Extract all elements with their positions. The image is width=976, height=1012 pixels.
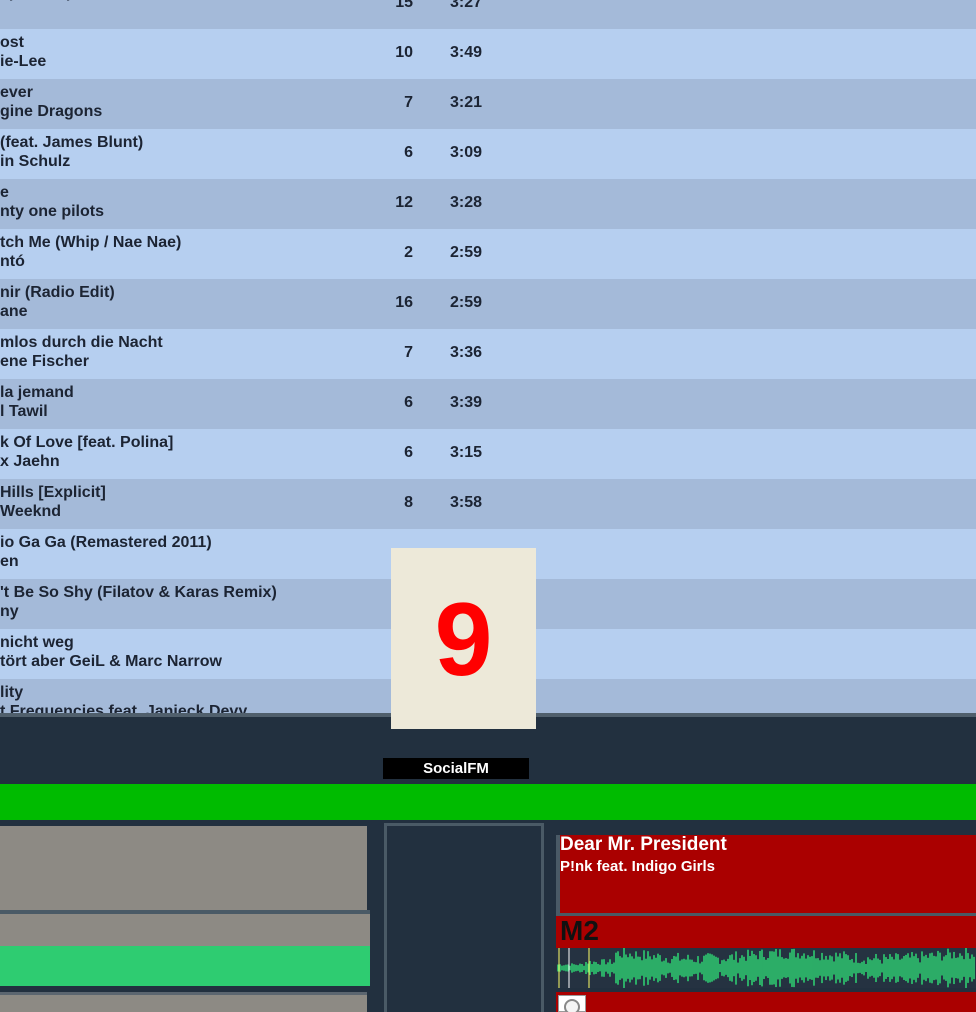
track-count: 7 bbox=[404, 94, 413, 111]
player-marker-bar bbox=[556, 916, 976, 948]
player-marker-label: M2 bbox=[560, 915, 599, 946]
track-count: 12 bbox=[395, 194, 413, 211]
playlist-row[interactable]: sperlenspiel 15 3:27 bbox=[0, 0, 976, 29]
track-title: ost bbox=[0, 34, 24, 51]
track-artist: ie-Lee bbox=[0, 53, 47, 70]
center-panel bbox=[384, 823, 544, 1012]
track-count: 7 bbox=[404, 344, 413, 361]
track-title: mlos durch die Nacht bbox=[0, 334, 163, 351]
track-artist: ene Fischer bbox=[0, 353, 89, 370]
playlist-row[interactable]: mlos durch die Nacht ene Fischer 7 3:36 bbox=[0, 329, 976, 379]
track-title: k Of Love [feat. Polina] bbox=[0, 434, 174, 451]
player-artist: P!nk feat. Indigo Girls bbox=[560, 858, 716, 875]
countdown-card: 9 bbox=[391, 548, 536, 729]
track-count: 15 bbox=[395, 0, 413, 11]
cart-slot[interactable] bbox=[0, 826, 367, 910]
track-count: 6 bbox=[404, 394, 413, 411]
track-duration: 3:58 bbox=[450, 494, 483, 511]
player-control-button[interactable] bbox=[558, 995, 586, 1012]
track-artist: in Schulz bbox=[0, 153, 71, 170]
radio-automation-window: sperlenspiel 15 3:27 ost ie-Lee 10 3:49 ever gin… bbox=[0, 0, 976, 1012]
track-artist: ny bbox=[0, 603, 19, 620]
player-controls bbox=[556, 992, 976, 1012]
on-air-bar bbox=[0, 784, 976, 820]
track-artist: t Frequencies feat. Janieck Devy bbox=[0, 703, 248, 713]
cart-progress[interactable] bbox=[0, 946, 370, 986]
cart-slot[interactable] bbox=[0, 914, 370, 946]
track-duration: 2:59 bbox=[450, 294, 483, 311]
track-artist: Weeknd bbox=[0, 503, 62, 520]
track-artist: tört aber GeiL & Marc Narrow bbox=[0, 653, 222, 670]
track-title: ever bbox=[0, 84, 33, 101]
track-count: 10 bbox=[395, 44, 413, 61]
player-title: Dear Mr. President bbox=[560, 834, 727, 855]
track-duration: 3:15 bbox=[450, 444, 483, 461]
circle-icon bbox=[564, 999, 580, 1012]
track-duration: 2:59 bbox=[450, 244, 483, 261]
waveform-display[interactable] bbox=[556, 948, 976, 988]
countdown-value: 9 bbox=[434, 582, 493, 698]
track-title: tch Me (Whip / Nae Nae) bbox=[0, 234, 182, 251]
station-label: SocialFM bbox=[383, 758, 529, 779]
track-title: nir (Radio Edit) bbox=[0, 284, 115, 301]
playlist-row[interactable]: k Of Love [feat. Polina] x Jaehn 6 3:15 bbox=[0, 429, 976, 479]
track-title: (feat. James Blunt) bbox=[0, 134, 144, 151]
track-artist: gine Dragons bbox=[0, 103, 103, 120]
track-title: Hills [Explicit] bbox=[0, 484, 106, 501]
track-duration: 3:09 bbox=[450, 144, 483, 161]
waveform-icon bbox=[557, 948, 975, 988]
track-duration: 3:28 bbox=[450, 194, 483, 211]
track-artist: en bbox=[0, 553, 19, 570]
track-artist: x Jaehn bbox=[0, 453, 60, 470]
track-duration: 3:39 bbox=[450, 394, 483, 411]
track-title: io Ga Ga (Remastered 2011) bbox=[0, 534, 212, 551]
track-count: 16 bbox=[395, 294, 413, 311]
track-duration: 3:21 bbox=[450, 94, 483, 111]
playlist-row[interactable]: e nty one pilots 12 3:28 bbox=[0, 179, 976, 229]
track-title: nicht weg bbox=[0, 634, 74, 651]
track-title: lity bbox=[0, 684, 24, 701]
track-artist: ntó bbox=[0, 253, 25, 270]
playlist-row[interactable]: ost ie-Lee 10 3:49 bbox=[0, 29, 976, 79]
track-title: 't Be So Shy (Filatov & Karas Remix) bbox=[0, 584, 277, 601]
track-count: 2 bbox=[404, 244, 413, 261]
playlist-row[interactable]: tch Me (Whip / Nae Nae) ntó 2 2:59 bbox=[0, 229, 976, 279]
track-count: 8 bbox=[404, 494, 413, 511]
track-duration: 3:36 bbox=[450, 344, 483, 361]
track-artist: l Tawil bbox=[0, 403, 48, 420]
playlist-row[interactable]: Hills [Explicit] Weeknd 8 3:58 bbox=[0, 479, 976, 529]
track-title: e bbox=[0, 184, 9, 201]
track-duration: 3:27 bbox=[450, 0, 483, 11]
track-artist: ane bbox=[0, 303, 28, 320]
playlist-row[interactable]: (feat. James Blunt) in Schulz 6 3:09 bbox=[0, 129, 976, 179]
track-duration: 3:49 bbox=[450, 44, 483, 61]
playlist-row[interactable]: nir (Radio Edit) ane 16 2:59 bbox=[0, 279, 976, 329]
track-title: la jemand bbox=[0, 384, 74, 401]
track-artist: nty one pilots bbox=[0, 203, 104, 220]
cart-slot[interactable] bbox=[0, 992, 367, 1012]
playlist-row[interactable]: ever gine Dragons 7 3:21 bbox=[0, 79, 976, 129]
track-count: 6 bbox=[404, 444, 413, 461]
track-title: sperlenspiel bbox=[0, 0, 93, 2]
track-count: 6 bbox=[404, 144, 413, 161]
playlist-row[interactable]: la jemand l Tawil 6 3:39 bbox=[0, 379, 976, 429]
